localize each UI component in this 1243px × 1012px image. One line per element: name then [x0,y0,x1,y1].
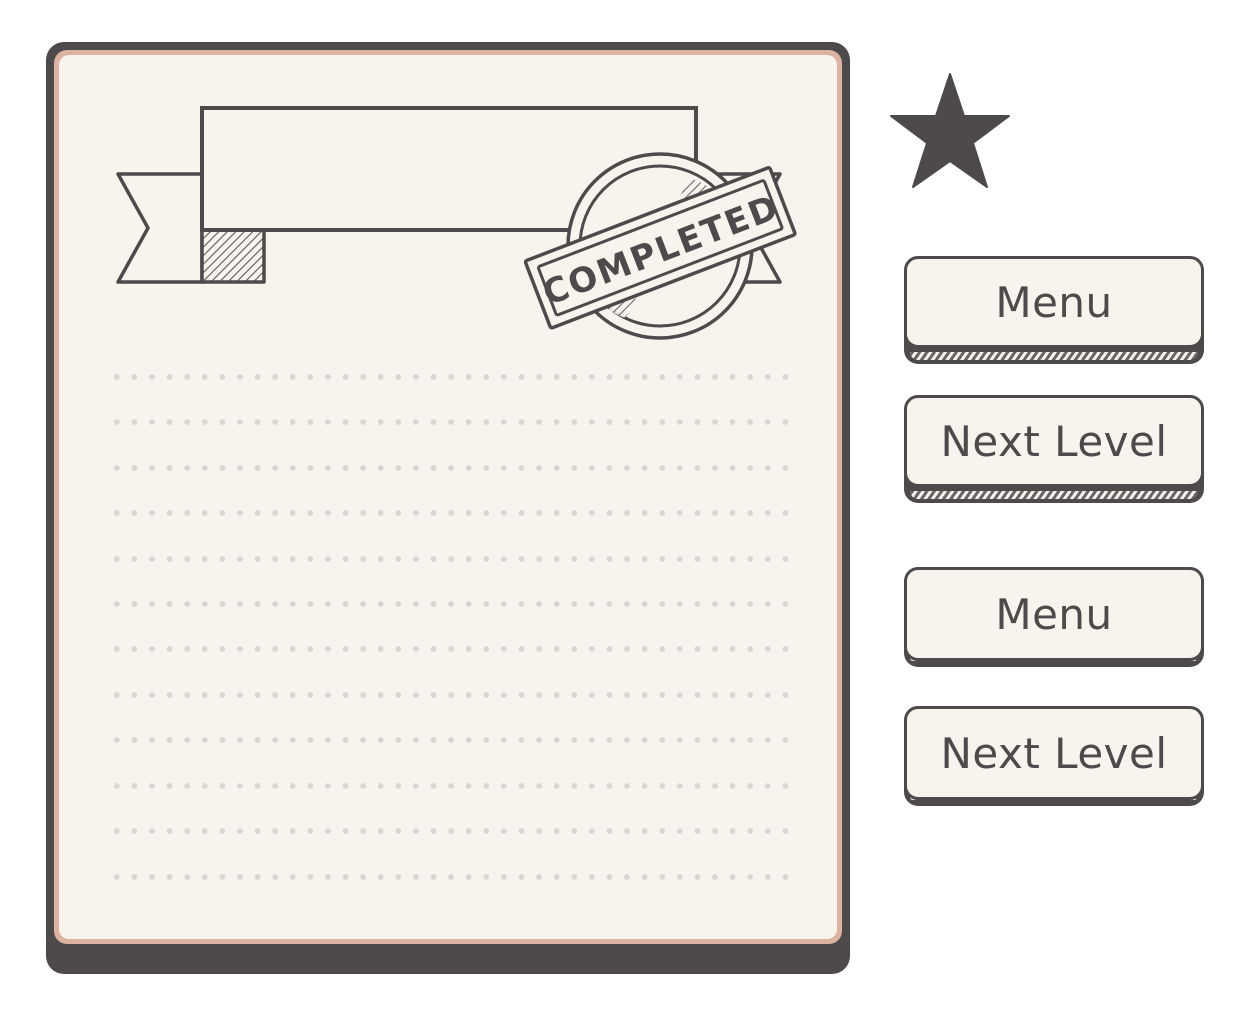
button-face[interactable]: Menu [904,256,1204,348]
dotted-line [108,646,794,652]
next-level-button-label: Next Level [940,416,1168,466]
menu-button[interactable]: Menu [904,256,1204,364]
menu-button-label: Menu [995,277,1113,327]
next-level-button[interactable]: Next Level [904,395,1204,503]
dotted-line [108,510,794,516]
dotted-line [108,692,794,698]
dotted-line [108,556,794,562]
dotted-line [108,737,794,743]
dotted-line [108,828,794,834]
dotted-line [108,374,794,380]
dotted-line [108,601,794,607]
dotted-line [108,874,794,880]
next-level-button-label: Next Level [940,728,1168,778]
next-level-button-alt[interactable]: Next Level [904,706,1204,806]
button-face[interactable]: Next Level [904,706,1204,800]
dotted-line [108,783,794,789]
star-icon [890,73,1010,188]
button-face[interactable]: Menu [904,567,1204,661]
game-screen: COMPLETED Menu Next Level Menu Next Leve… [0,0,1243,1012]
dotted-line [108,465,794,471]
dotted-line [108,419,794,425]
dotted-lines [108,374,794,894]
menu-button-label: Menu [995,589,1113,639]
button-hatch [910,491,1198,499]
button-face[interactable]: Next Level [904,395,1204,487]
button-hatch [910,352,1198,360]
menu-button-alt[interactable]: Menu [904,567,1204,667]
